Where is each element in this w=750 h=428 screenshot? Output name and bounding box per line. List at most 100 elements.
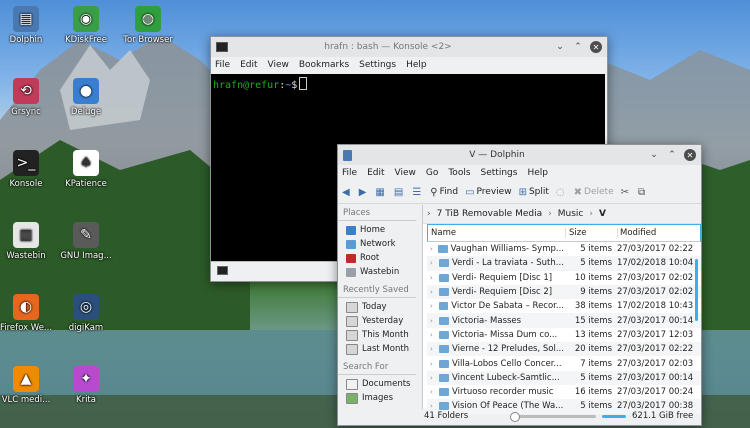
scrollbar-thumb[interactable] [695, 259, 698, 321]
dolphin-menu-file[interactable]: File [342, 168, 357, 178]
expand-arrow-icon[interactable]: › [430, 374, 439, 382]
expand-arrow-icon[interactable]: › [430, 288, 439, 296]
desktop-icon-kdiskfree[interactable]: ◉ KDiskFree [56, 6, 116, 45]
breadcrumb-arrow-icon[interactable]: › [427, 209, 431, 219]
breadcrumb-item-current[interactable]: V [599, 209, 606, 219]
expand-arrow-icon[interactable]: › [430, 345, 439, 353]
breadcrumb-separator-icon: › [589, 209, 593, 219]
dolphin-app-icon [343, 149, 352, 161]
konsole-menu-file[interactable]: File [215, 60, 230, 70]
desktop-icon-dolphin[interactable]: ▤ Dolphin [0, 6, 56, 45]
copy-icon[interactable]: ⧉ [638, 187, 647, 198]
table-row[interactable]: › Villa-Lobos Cello Concer... 7 items 27/03… [427, 356, 701, 370]
minimize-icon[interactable]: ⌄ [554, 41, 566, 53]
konsole-menu-bookmarks[interactable]: Bookmarks [299, 60, 349, 70]
search-images[interactable]: Images [338, 391, 420, 405]
table-row[interactable]: › Victoria- Missa Dum co... 13 items 27/03/… [427, 328, 701, 342]
konsole-menu-view[interactable]: View [268, 60, 289, 70]
breadcrumb-item-music[interactable]: Music [558, 209, 584, 219]
maximize-icon[interactable]: ⌃ [666, 149, 678, 161]
expand-arrow-icon[interactable]: › [430, 259, 439, 267]
expand-arrow-icon[interactable]: › [430, 388, 439, 396]
calendar-icon [346, 301, 358, 313]
konsole-menu-help[interactable]: Help [406, 60, 427, 70]
table-row[interactable]: › Victoria- Masses 15 items 27/03/2017 00:1… [427, 313, 701, 328]
konsole-titlebar[interactable]: hrafn : bash — Konsole <2> ⌄ ⌃ ✕ [211, 37, 607, 57]
maximize-icon[interactable]: ⌃ [572, 41, 584, 53]
zoom-slider[interactable] [510, 411, 596, 422]
desktop-icon-vlc-medi[interactable]: ▲ VLC medi... [0, 366, 56, 405]
table-row[interactable]: › Verdi- Requiem [Disc 2] 9 items 27/03/201… [427, 284, 701, 300]
search-documents[interactable]: Documents [338, 377, 420, 391]
desktop-icon-krita[interactable]: ✦ Krita [56, 366, 116, 405]
minimize-icon[interactable]: ⌄ [648, 149, 660, 161]
place-wastebin-label: Wastebin [360, 267, 400, 277]
dolphin-menu-view[interactable]: View [395, 168, 416, 178]
place-home[interactable]: Home [338, 223, 420, 237]
desktop-icon-konsole[interactable]: >_ Konsole [0, 150, 56, 189]
desktop-icon-deluge[interactable]: ● Deluge [56, 78, 116, 117]
icons-view-icon[interactable]: ▦ [375, 187, 386, 198]
breadcrumb-item-drive[interactable]: 7 TiB Removable Media [437, 209, 543, 219]
desktop-icon-wastebin[interactable]: ▥ Wastebin [0, 222, 56, 261]
recent-today[interactable]: Today [338, 300, 420, 314]
desktop-icon-firefox-we[interactable]: ◐ Firefox We... [0, 294, 56, 333]
recent-last-month[interactable]: Last Month [338, 342, 420, 356]
find-button[interactable]: ⚲ Find [430, 187, 458, 198]
table-row[interactable]: › Verdi - La traviata - Suth... 5 items 17/… [427, 256, 701, 271]
column-size[interactable]: Size [566, 228, 618, 238]
recent-yesterday[interactable]: Yesterday [338, 314, 420, 328]
table-row[interactable]: › Verdi- Requiem [Disc 1] 10 items 27/03/20… [427, 271, 701, 285]
table-row[interactable]: › Vincent Lubeck-Samtlic... 5 items 27/03/2… [427, 370, 701, 385]
desktop-icon-tor-browser[interactable]: ◍ Tor Browser [118, 6, 178, 45]
close-icon[interactable]: ✕ [684, 149, 696, 161]
delete-button[interactable]: ✖ Delete [574, 187, 614, 198]
expand-arrow-icon[interactable]: › [430, 245, 438, 253]
dolphin-titlebar[interactable]: V — Dolphin ⌄ ⌃ ✕ [338, 145, 701, 165]
reload-icon[interactable]: ◌ [556, 187, 567, 198]
expand-arrow-icon[interactable]: › [430, 274, 439, 282]
dolphin-menu-settings[interactable]: Settings [481, 168, 518, 178]
dolphin-menu-edit[interactable]: Edit [367, 168, 384, 178]
table-row[interactable]: › Vierne - 12 Preludes, Sol... 20 items 27/… [427, 342, 701, 357]
table-row[interactable]: › Virtuoso recorder music 16 items 27/03/20… [427, 385, 701, 399]
close-icon[interactable]: ✕ [590, 41, 602, 53]
row-modified: 27/03/2017 02:03 [617, 358, 694, 369]
expand-arrow-icon[interactable]: › [430, 317, 439, 325]
column-name[interactable]: Name [428, 228, 566, 238]
prompt-symbol: $ [291, 80, 298, 91]
expand-arrow-icon[interactable]: › [430, 302, 439, 310]
recent-this-month[interactable]: This Month [338, 328, 420, 342]
place-network[interactable]: Network [338, 237, 420, 251]
konsole-menu-settings[interactable]: Settings [359, 60, 396, 70]
table-row[interactable]: › Vaughan Williams- Symp... 5 items 27/03/2… [427, 242, 701, 256]
dolphin-menu-help[interactable]: Help [527, 168, 548, 178]
dolphin-window[interactable]: V — Dolphin ⌄ ⌃ ✕ File Edit View Go Tool… [337, 144, 702, 426]
place-wastebin[interactable]: Wastebin [338, 265, 420, 279]
table-row[interactable]: › Victor De Sabata – Recor... 38 items 17/0… [427, 299, 701, 313]
details-view-icon[interactable]: ☰ [412, 187, 423, 198]
column-modified[interactable]: Modified [618, 228, 695, 238]
split-button[interactable]: ⊞ Split [519, 187, 549, 198]
dolphin-menu-tools[interactable]: Tools [448, 168, 470, 178]
scrollbar[interactable] [695, 239, 698, 407]
konsole-menu-edit[interactable]: Edit [240, 60, 257, 70]
zoom-slider-handle[interactable] [510, 411, 520, 422]
dolphin-menu-go[interactable]: Go [426, 168, 438, 178]
desktop-icon-gnu-imag[interactable]: ✎ GNU Imag... [56, 222, 116, 261]
desktop-icon-grsync[interactable]: ⟲ Grsync [0, 78, 56, 117]
back-icon[interactable]: ◀ [342, 187, 352, 198]
binoculars-icon: ⚲ [430, 186, 438, 198]
preview-button[interactable]: ▭ Preview [465, 187, 512, 198]
expand-arrow-icon[interactable]: › [430, 360, 439, 368]
cut-icon[interactable]: ✂ [621, 187, 631, 198]
expand-arrow-icon[interactable]: › [430, 331, 439, 339]
place-root[interactable]: Root [338, 251, 420, 265]
file-view[interactable]: › 7 TiB Removable Media › Music › V Name… [422, 205, 701, 414]
forward-icon[interactable]: ▶ [359, 187, 369, 198]
row-modified: 27/03/2017 02:02 [617, 287, 694, 298]
desktop-icon-digikam[interactable]: ◎ digiKam [56, 294, 116, 333]
desktop-icon-kpatience[interactable]: ♠ KPatience [56, 150, 116, 189]
compact-view-icon[interactable]: ▤ [394, 187, 405, 198]
konsole-tab-icon[interactable] [217, 266, 228, 275]
